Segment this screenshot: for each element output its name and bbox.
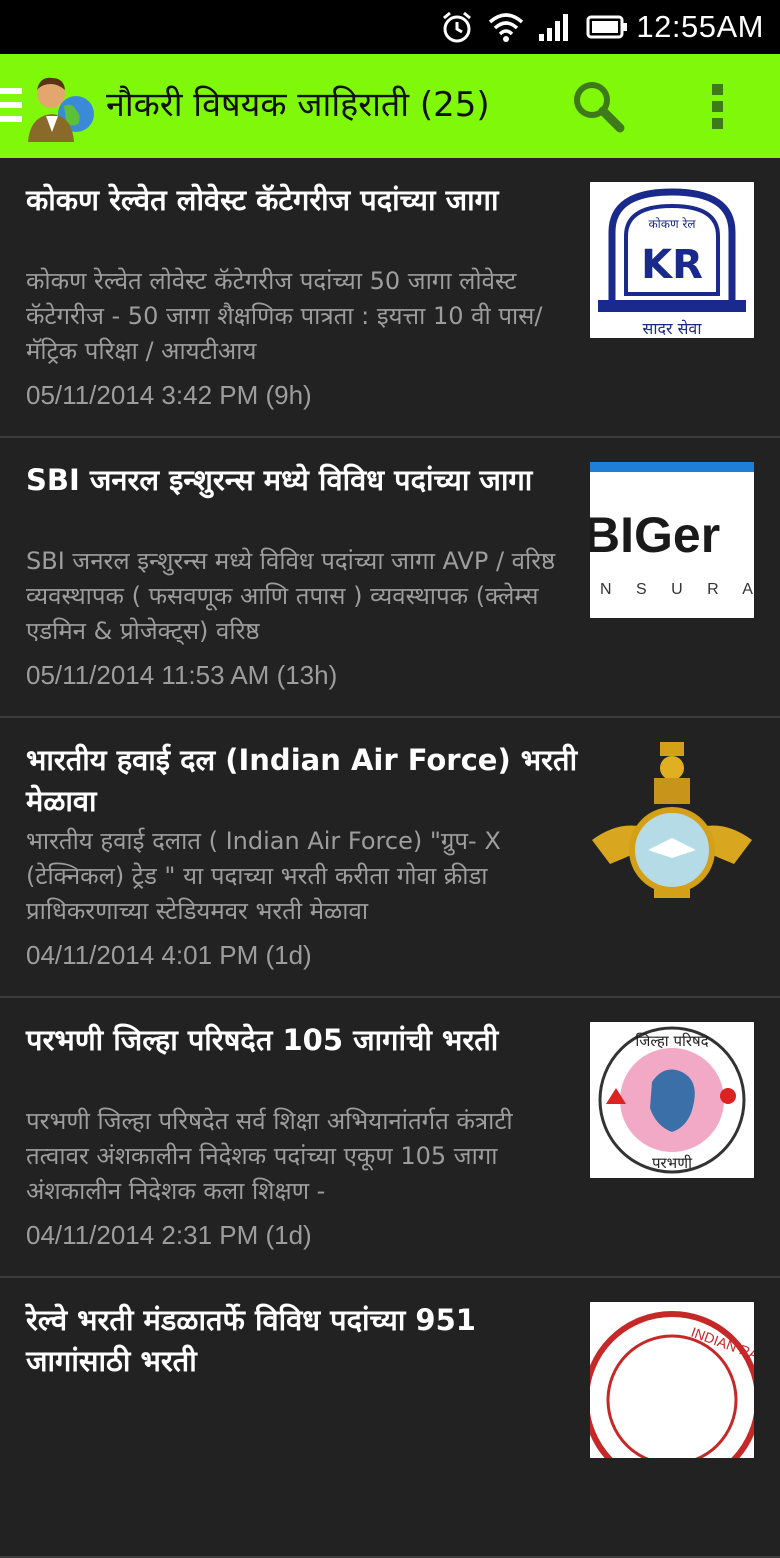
list-item[interactable]: परभणी जिल्हा परिषदेत 105 जागांची भरती पर… (0, 998, 780, 1278)
search-icon[interactable] (570, 78, 626, 134)
item-title: SBI जनरल इन्शुरन्स मध्ये विविध पदांच्या … (26, 463, 533, 497)
svg-text:KR: KR (641, 242, 703, 288)
item-description: भारतीय हवाई दलात ( Indian Air Force) "ग्… (26, 827, 501, 925)
svg-text:परभणी: परभणी (652, 1154, 693, 1172)
item-date: 04/11/2014 2:31 PM (1d) (26, 1220, 312, 1250)
item-title: भारतीय हवाई दल (Indian Air Force) भरती म… (26, 743, 578, 818)
item-description: कोकण रेल्वेत लोवेस्ट कॅटेगरीज पदांच्या 5… (26, 267, 543, 365)
overflow-menu-icon[interactable] (712, 84, 726, 130)
svg-text:जिल्हा परिषद: जिल्हा परिषद (635, 1032, 709, 1050)
item-date: 05/11/2014 3:42 PM (9h) (26, 380, 312, 410)
item-thumbnail (590, 742, 754, 898)
sbi-general-logo-icon: BIGer N S U R A (590, 462, 754, 598)
svg-text:BIGer: BIGer (590, 507, 720, 563)
item-date: 04/11/2014 4:01 PM (1d) (26, 940, 312, 970)
konkan-railway-logo-icon: कोकण रेल KR सादर सेवा (598, 188, 746, 338)
list-item[interactable]: कोकण रेल्वेत लोवेस्ट कॅटेगरीज पदांच्या ज… (0, 158, 780, 438)
drawer-icon[interactable] (0, 88, 22, 124)
svg-text:N S U R A: N S U R A (600, 581, 754, 598)
item-description (26, 1384, 582, 1489)
page-title: नौकरी विषयक जाहिराती (25) (106, 85, 490, 125)
item-thumbnail: BIGer N S U R A (590, 462, 754, 618)
wifi-icon (488, 12, 524, 42)
item-thumbnail: जिल्हा परिषद परभणी (590, 1022, 754, 1178)
signal-icon (538, 12, 572, 42)
svg-text:कोकण रेल: कोकण रेल (648, 217, 696, 231)
list-item[interactable]: SBI जनरल इन्शुरन्स मध्ये विविध पदांच्या … (0, 438, 780, 718)
battery-icon (586, 15, 628, 39)
item-thumbnail: कोकण रेल KR सादर सेवा (590, 182, 754, 338)
job-list: कोकण रेल्वेत लोवेस्ट कॅटेगरीज पदांच्या ज… (0, 158, 780, 1558)
app-logo-icon[interactable] (24, 72, 98, 142)
clock: 12:55AM (636, 9, 764, 44)
status-bar: 12:55AM (0, 0, 780, 54)
item-description: परभणी जिल्हा परिषदेत सर्व शिक्षा अभियाना… (26, 1107, 513, 1205)
item-description: SBI जनरल इन्शुरन्स मध्ये विविध पदांच्या … (26, 547, 556, 645)
item-date: 05/11/2014 11:53 AM (13h) (26, 660, 338, 690)
item-thumbnail: INDIAN RAILW (590, 1302, 754, 1458)
action-bar: नौकरी विषयक जाहिराती (25) (0, 54, 780, 158)
svg-text:सादर सेवा: सादर सेवा (643, 319, 703, 338)
indian-railways-logo-icon: INDIAN RAILW (590, 1311, 754, 1458)
alarm-icon (440, 10, 474, 44)
item-title: रेल्वे भरती मंडळातर्फे विविध पदांच्या 95… (26, 1303, 476, 1378)
list-item[interactable]: रेल्वे भरती मंडळातर्फे विविध पदांच्या 95… (0, 1278, 780, 1558)
list-item[interactable]: भारतीय हवाई दल (Indian Air Force) भरती म… (0, 718, 780, 998)
air-force-emblem-icon (592, 742, 752, 898)
zilla-parishad-logo-icon: जिल्हा परिषद परभणी (598, 1026, 746, 1174)
item-title: कोकण रेल्वेत लोवेस्ट कॅटेगरीज पदांच्या ज… (26, 183, 499, 217)
item-title: परभणी जिल्हा परिषदेत 105 जागांची भरती (26, 1023, 499, 1057)
